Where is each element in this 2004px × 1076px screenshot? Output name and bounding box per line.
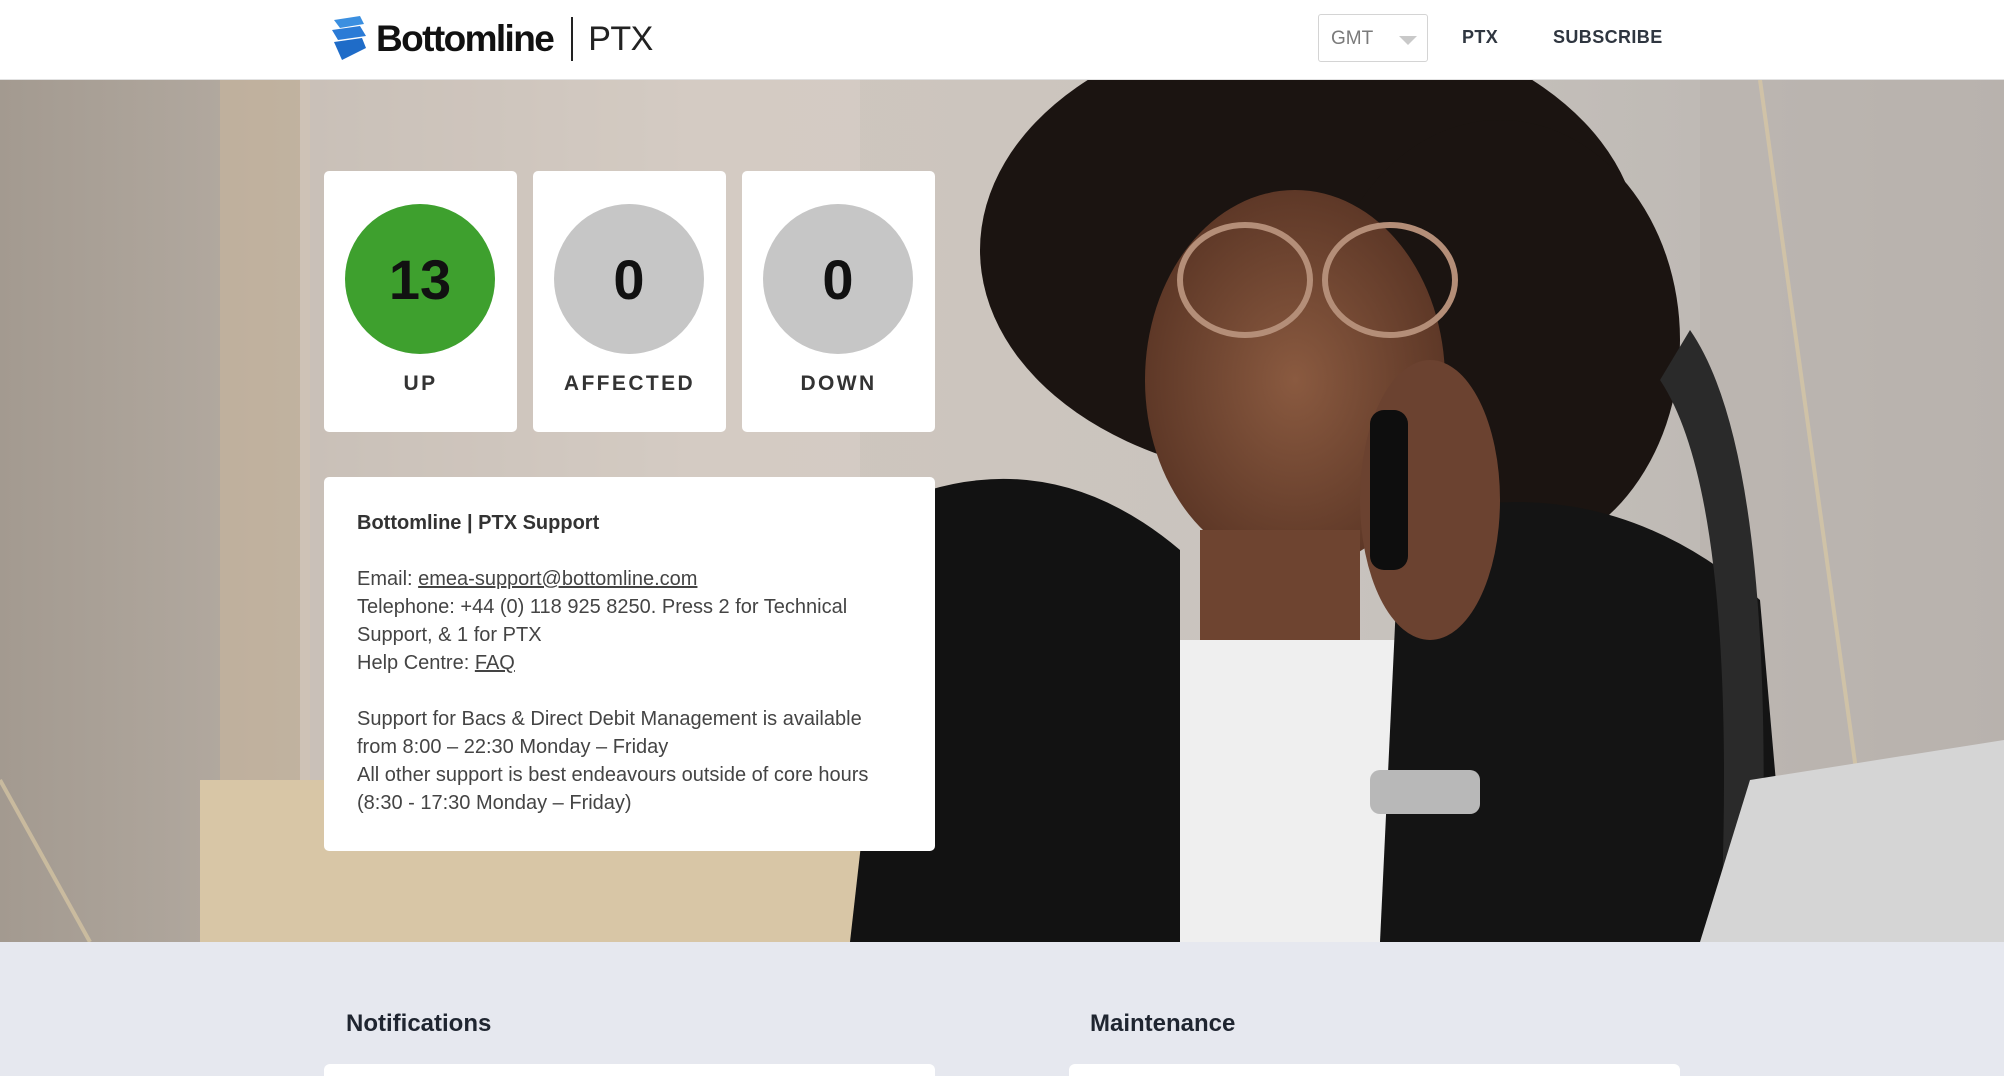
support-email-link[interactable]: emea-support@bottomline.com xyxy=(418,568,697,590)
status-label-down: DOWN xyxy=(800,372,877,395)
support-help-line: Help Centre: FAQ xyxy=(357,649,902,677)
maintenance-panel xyxy=(1069,1064,1680,1076)
site-header: Bottomline PTX GMT PTX SUBSCRIBE xyxy=(0,0,2004,80)
help-prefix: Help Centre: xyxy=(357,652,475,674)
status-card-affected[interactable]: 0 AFFECTED xyxy=(533,171,726,432)
support-telephone: Telephone: +44 (0) 118 925 8250. Press 2… xyxy=(357,596,848,646)
support-title: Bottomline | PTX Support xyxy=(357,512,600,534)
maintenance-heading: Maintenance xyxy=(1090,1010,1236,1037)
brand-name: Bottomline xyxy=(376,18,555,59)
timezone-select[interactable]: GMT xyxy=(1318,14,1428,62)
chevron-down-icon xyxy=(1399,36,1417,45)
status-card-up[interactable]: 13 UP xyxy=(324,171,517,432)
status-label-affected: AFFECTED xyxy=(563,372,696,395)
status-count-affected: 0 xyxy=(554,204,704,354)
hero-photo xyxy=(0,80,2004,942)
faq-link[interactable]: FAQ xyxy=(475,652,515,674)
status-card-down[interactable]: 0 DOWN xyxy=(742,171,935,432)
status-count-down: 0 xyxy=(763,204,913,354)
support-email-line: Email: emea-support@bottomline.com xyxy=(357,565,902,593)
status-label-up: UP xyxy=(403,372,438,395)
nav-link-subscribe[interactable]: SUBSCRIBE xyxy=(1553,27,1663,48)
email-prefix: Email: xyxy=(357,568,419,590)
product-name: PTX xyxy=(588,19,653,58)
notifications-panel xyxy=(324,1064,935,1076)
notifications-heading: Notifications xyxy=(346,1010,492,1037)
brand-divider xyxy=(571,17,574,61)
hero-banner: 13 UP 0 AFFECTED 0 DOWN Bottomline | PTX… xyxy=(0,80,2004,942)
brand-logo[interactable]: Bottomline PTX xyxy=(330,14,653,64)
nav-link-ptx[interactable]: PTX xyxy=(1462,27,1498,48)
support-info-card: Bottomline | PTX Support Email: emea-sup… xyxy=(324,477,935,851)
support-hours-other: All other support is best endeavours out… xyxy=(357,764,869,814)
timezone-value: GMT xyxy=(1331,28,1374,49)
status-count-up: 13 xyxy=(345,204,495,354)
bottomline-logo-icon xyxy=(332,16,366,60)
support-hours-primary: Support for Bacs & Direct Debit Manageme… xyxy=(357,708,862,758)
